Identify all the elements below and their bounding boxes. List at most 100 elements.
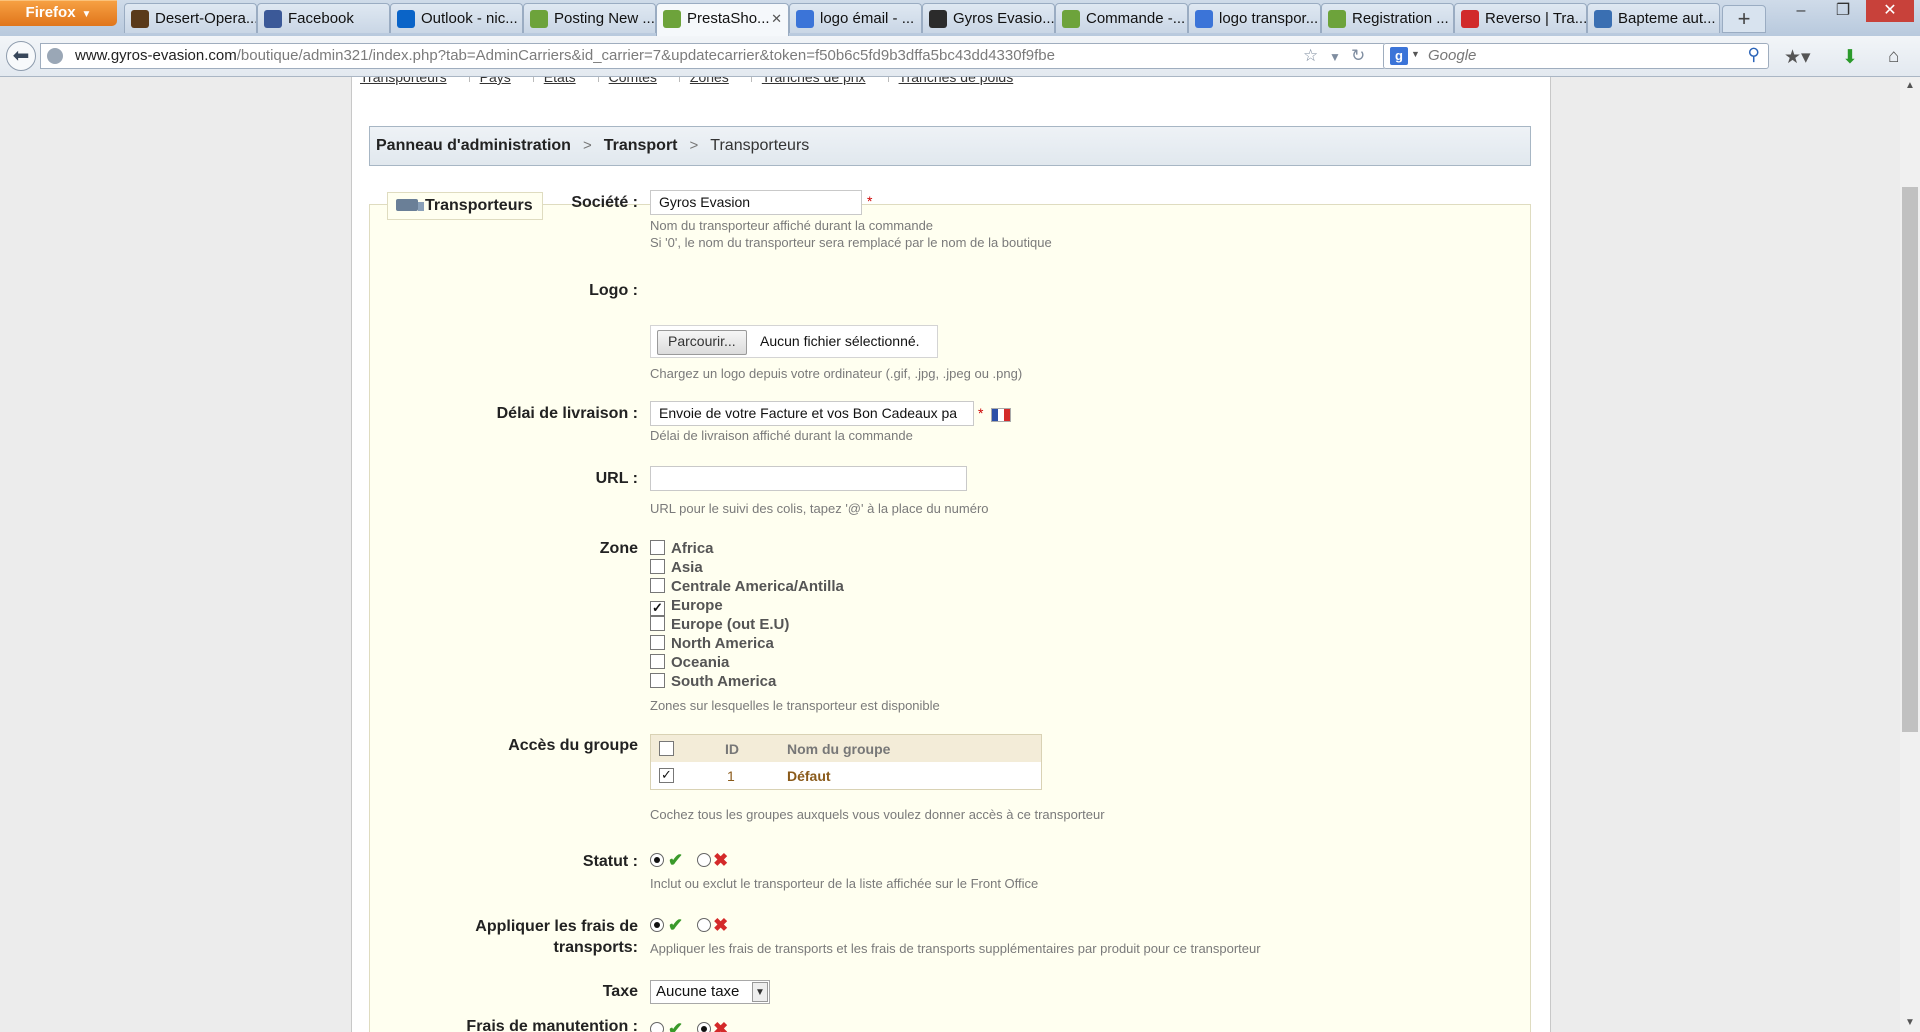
chevron-down-icon[interactable]: ▼	[752, 982, 768, 1002]
manutention-no-radio[interactable]	[697, 1022, 712, 1032]
search-engine-dropdown-icon[interactable]: ▼	[1411, 49, 1420, 59]
browser-tab[interactable]: Bapteme aut...	[1587, 3, 1720, 33]
bookmarks-menu-icon[interactable]: ★▾	[1784, 46, 1811, 69]
url-history-dropdown-icon[interactable]: ▼	[1329, 50, 1341, 64]
url-bar[interactable]: www.gyros-evasion.com/boutique/admin321/…	[40, 43, 1386, 69]
zone-item[interactable]: South America	[650, 673, 776, 691]
zone-label: North America	[671, 635, 774, 652]
admin-page: Transporteurs Pays Etats Comtés Zones Tranche…	[351, 77, 1551, 1032]
browser-tab[interactable]: logo transpor...	[1188, 3, 1321, 33]
frais-toggle: ✔ ✖	[650, 915, 728, 936]
french-flag-icon[interactable]	[991, 408, 1011, 422]
url-domain: www.gyros-evasion.com	[75, 47, 237, 64]
firefox-menu-button[interactable]: Firefox ▼	[0, 0, 117, 26]
statut-no-radio[interactable]	[697, 853, 712, 867]
col-group-name: Nom du groupe	[787, 741, 891, 757]
new-tab-button[interactable]: +	[1722, 5, 1766, 33]
zone-item[interactable]: North America	[650, 635, 774, 653]
zone-checkbox[interactable]	[650, 540, 665, 555]
taxe-select[interactable]: Aucune taxe ▼	[650, 980, 770, 1004]
statut-yes-radio[interactable]	[650, 853, 664, 867]
back-arrow-icon[interactable]: ⬅	[6, 41, 36, 71]
tab-label: Posting New ...	[554, 10, 655, 27]
gyros-icon	[929, 10, 947, 28]
zone-checkbox[interactable]	[650, 578, 665, 593]
browser-tab[interactable]: Gyros Evasio...	[922, 3, 1055, 33]
cross-icon: ✖	[713, 915, 729, 935]
home-icon[interactable]: ⌂	[1888, 46, 1899, 68]
facebook-icon	[264, 10, 282, 28]
zone-item[interactable]: ✓ Europe	[650, 597, 723, 616]
table-header: ID Nom du groupe	[651, 735, 1041, 762]
cross-icon: ✖	[713, 850, 729, 870]
logo-file-input[interactable]: Parcourir... Aucun fichier sélectionné.	[650, 325, 938, 358]
zone-checkbox[interactable]: ✓	[650, 601, 665, 616]
browser-tab[interactable]: Reverso | Tra...	[1454, 3, 1587, 33]
frais-yes-radio[interactable]	[650, 918, 664, 932]
zone-label: Oceania	[671, 654, 730, 671]
google-icon	[796, 10, 814, 28]
search-bar[interactable]: g ▼ Google ⚲	[1383, 43, 1769, 69]
check-icon: ✔	[668, 850, 684, 870]
zone-label: Europe (out E.U)	[671, 616, 790, 633]
browser-tab[interactable]: Commande -...	[1055, 3, 1188, 33]
table-row[interactable]: ✓ 1 Défaut	[651, 762, 1041, 789]
tab-label: Bapteme aut...	[1618, 10, 1716, 27]
zone-item[interactable]: Asia	[650, 559, 703, 577]
scroll-down-icon[interactable]: ▼	[1900, 1014, 1920, 1032]
url-input[interactable]	[650, 466, 967, 491]
logo-label: Logo :	[589, 282, 638, 299]
browser-tab[interactable]: Desert-Opera...	[124, 3, 257, 33]
search-icon[interactable]: ⚲	[1748, 45, 1760, 65]
browser-tab[interactable]: PrestaSho... ✕	[656, 3, 789, 36]
scroll-up-icon[interactable]: ▲	[1900, 77, 1920, 95]
maximize-icon[interactable]: ❐	[1822, 0, 1864, 22]
tab-label: Registration ...	[1352, 10, 1449, 27]
zone-checkbox[interactable]	[650, 635, 665, 650]
car-icon	[1594, 10, 1612, 28]
zone-item[interactable]: Africa	[650, 540, 714, 558]
site-identity-icon[interactable]	[47, 48, 63, 64]
zone-label: Europe	[671, 597, 723, 614]
manutention-label: Frais de manutention :	[466, 1018, 638, 1032]
tab-label: PrestaSho...	[687, 10, 770, 27]
zone-label: Centrale America/Antilla	[671, 578, 844, 595]
browser-tab[interactable]: Registration ...	[1321, 3, 1454, 33]
download-icon[interactable]: ⬇	[1842, 46, 1858, 69]
zone-item[interactable]: Oceania	[650, 654, 729, 672]
delai-hint: Délai de livraison affiché durant la com…	[650, 428, 913, 443]
minimize-icon[interactable]: –	[1780, 0, 1822, 22]
url-text[interactable]: www.gyros-evasion.com/boutique/admin321/…	[75, 44, 1055, 68]
group-id: 1	[727, 768, 735, 784]
select-all-checkbox[interactable]	[659, 741, 674, 756]
zone-checkbox[interactable]	[650, 559, 665, 574]
zone-item[interactable]: Centrale America/Antilla	[650, 578, 844, 596]
page-scrollbar[interactable]: ▲ ▼	[1900, 77, 1920, 1032]
manutention-yes-radio[interactable]	[650, 1022, 664, 1032]
zone-label: Asia	[671, 559, 703, 576]
browser-tab[interactable]: Facebook	[257, 3, 390, 33]
url-hint: URL pour le suivi des colis, tapez '@' à…	[650, 501, 989, 516]
cross-icon: ✖	[713, 1019, 729, 1032]
close-window-icon[interactable]: ✕	[1866, 0, 1914, 22]
reload-icon[interactable]: ↻	[1351, 46, 1365, 66]
reverso-icon	[1461, 10, 1479, 28]
zone-checkbox[interactable]	[650, 673, 665, 688]
frais-no-radio[interactable]	[697, 918, 712, 932]
browse-button[interactable]: Parcourir...	[657, 330, 747, 355]
prestashop-icon	[1328, 10, 1346, 28]
browser-tab[interactable]: logo émail - ...	[789, 3, 922, 33]
societe-input[interactable]: Gyros Evasion	[650, 190, 862, 215]
close-tab-icon[interactable]: ✕	[771, 4, 782, 34]
scrollbar-thumb[interactable]	[1902, 187, 1918, 732]
societe-label: Société :	[571, 194, 638, 211]
bookmark-star-icon[interactable]: ☆	[1303, 46, 1318, 66]
delai-input[interactable]: Envoie de votre Facture et vos Bon Cadea…	[650, 401, 974, 426]
google-icon[interactable]: g	[1390, 47, 1408, 65]
zone-checkbox[interactable]	[650, 616, 665, 631]
zone-item[interactable]: Europe (out E.U)	[650, 616, 789, 634]
browser-tab[interactable]: Outlook - nic...	[390, 3, 523, 33]
browser-tab[interactable]: Posting New ...	[523, 3, 656, 33]
zone-checkbox[interactable]	[650, 654, 665, 669]
group-checkbox[interactable]: ✓	[659, 768, 674, 783]
